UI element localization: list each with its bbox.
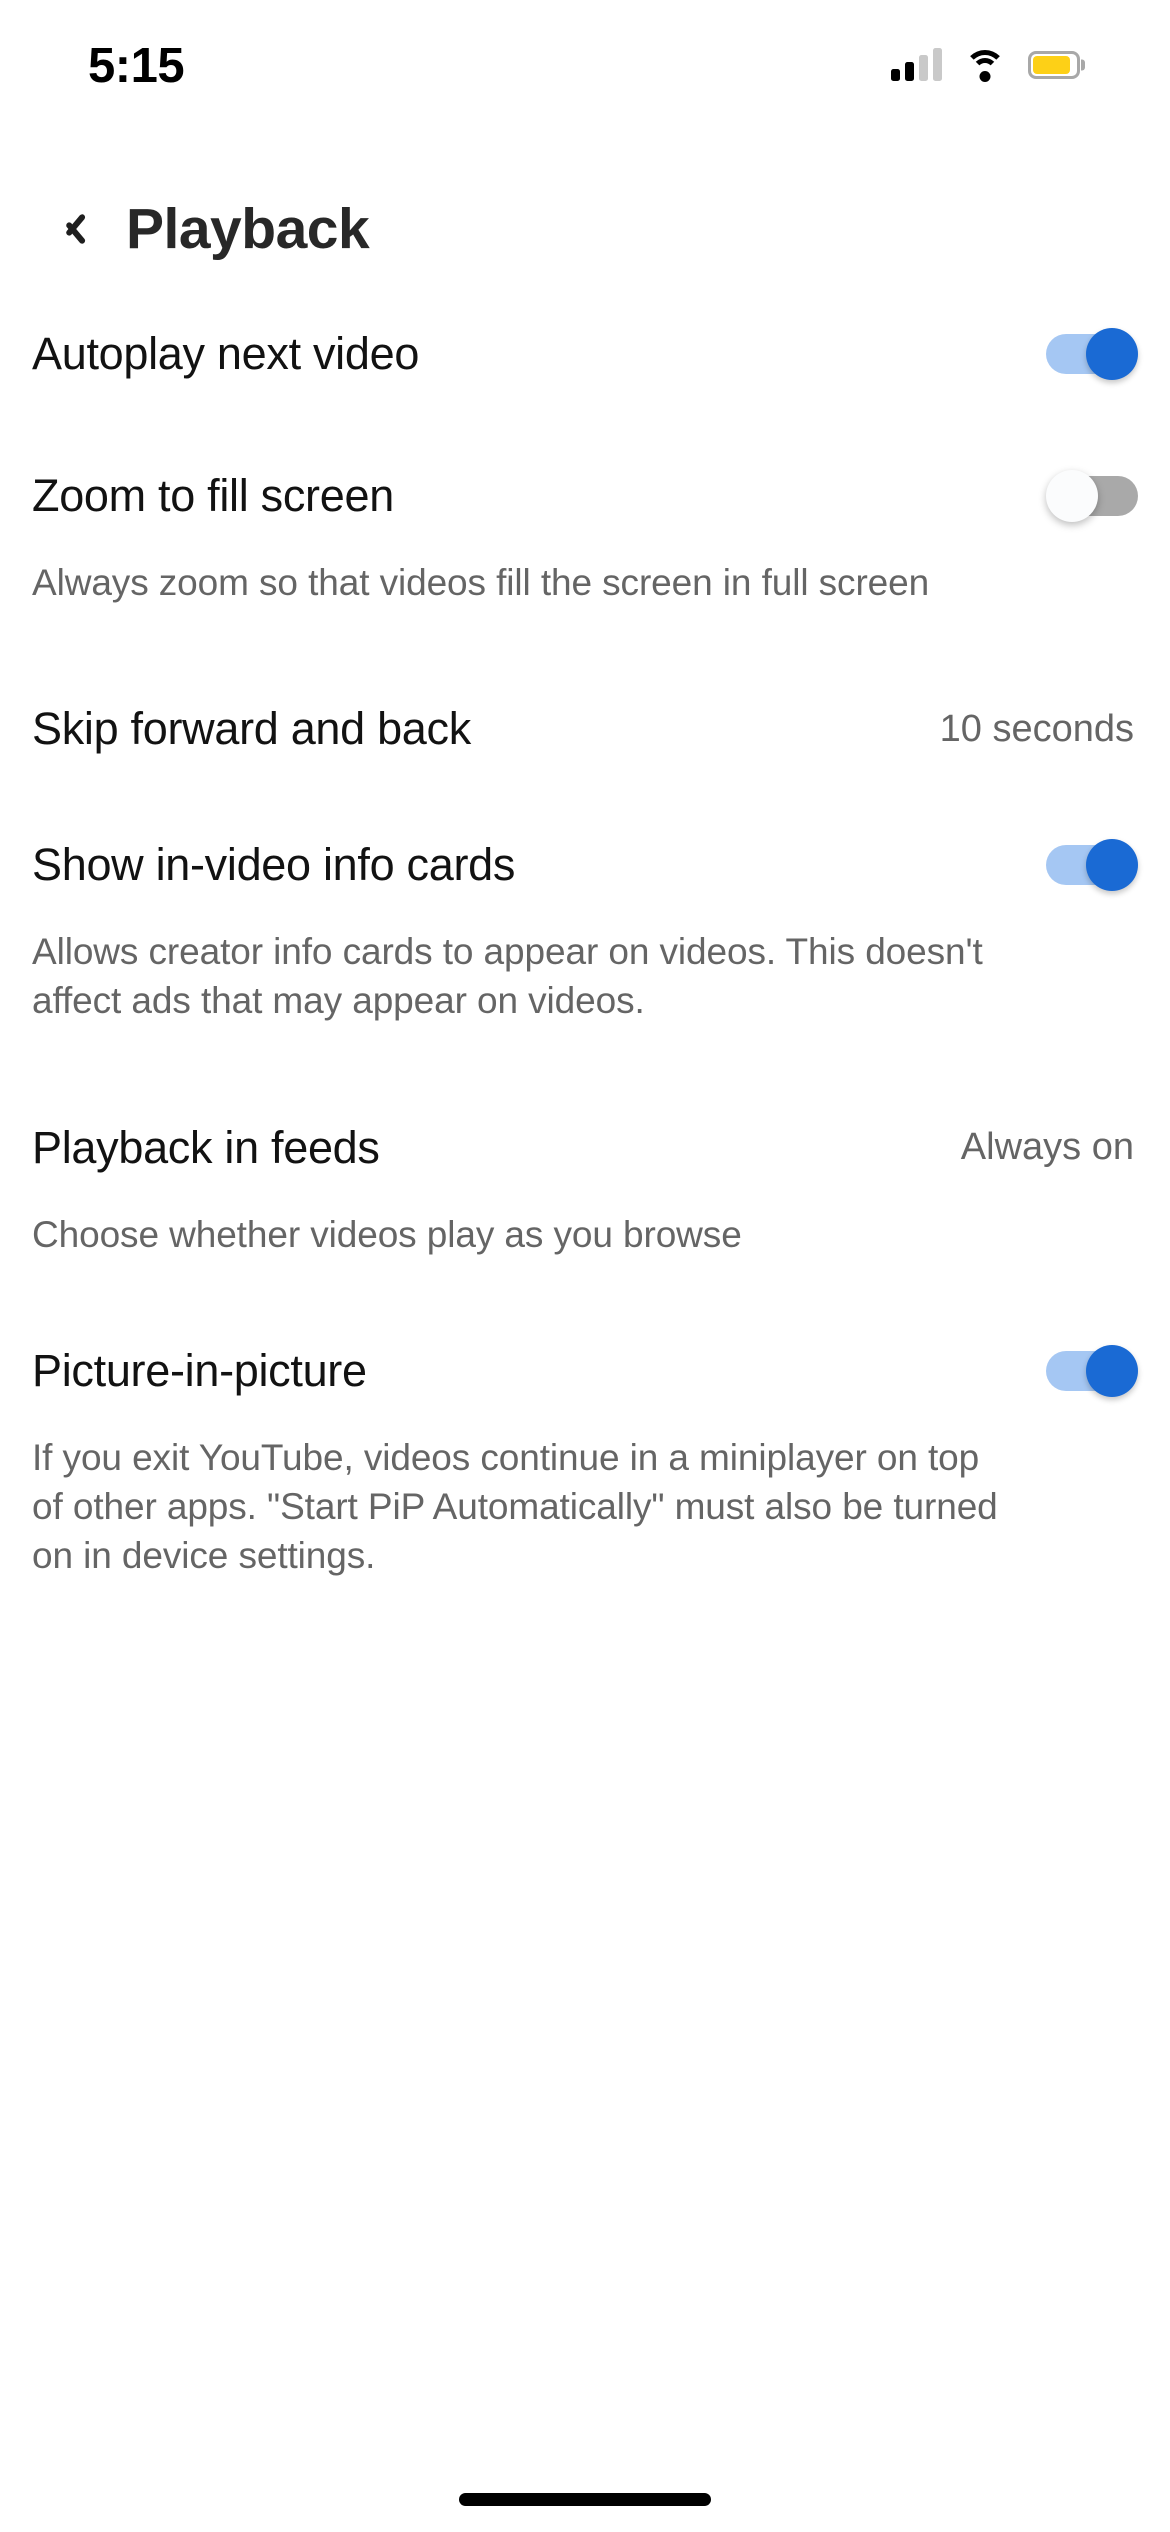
- page-title: Playback: [126, 197, 370, 261]
- setting-row-pip[interactable]: Picture-in-picture If you exit YouTube, …: [0, 1323, 1170, 1585]
- setting-label-zoom-fill: Zoom to fill screen: [32, 470, 394, 522]
- cellular-signal-icon: [891, 48, 942, 81]
- chevron-left-icon: [57, 206, 83, 252]
- setting-label-playback-feeds: Playback in feeds: [32, 1121, 380, 1173]
- setting-description-playback-feeds: Choose whether videos play as you browse: [32, 1213, 742, 1255]
- toggle-thumb: [1086, 328, 1138, 380]
- setting-row-info-cards[interactable]: Show in-video info cards Allows creator …: [0, 817, 1170, 1029]
- playback-settings-screen: 5:15 Playback Autoplay next video Zoom t…: [0, 0, 1170, 2532]
- battery-icon: [1028, 51, 1085, 80]
- toggle-thumb: [1086, 839, 1138, 892]
- toggle-thumb: [1086, 1344, 1138, 1397]
- setting-label-pip: Picture-in-picture: [32, 1344, 367, 1396]
- wifi-icon: [964, 49, 1006, 82]
- setting-row-playback-feeds[interactable]: Playback in feeds Always on Choose wheth…: [0, 1100, 1170, 1263]
- setting-row-zoom-fill[interactable]: Zoom to fill screen Always zoom so that …: [0, 448, 1170, 611]
- home-indicator[interactable]: [459, 2493, 711, 2506]
- setting-label-info-cards: Show in-video info cards: [32, 839, 516, 891]
- setting-description-zoom-fill: Always zoom so that videos fill the scre…: [32, 562, 930, 603]
- toggle-thumb: [1046, 470, 1098, 522]
- setting-value-skip: 10 seconds: [939, 707, 1134, 750]
- setting-value-playback-feeds: Always on: [960, 1126, 1134, 1169]
- status-bar-time: 5:15: [88, 38, 185, 93]
- setting-label-skip: Skip forward and back: [32, 703, 471, 755]
- toggle-autoplay[interactable]: [1046, 328, 1138, 380]
- toggle-pip[interactable]: [1046, 1344, 1138, 1397]
- page-header: Playback: [0, 168, 1170, 290]
- setting-description-info-cards: Allows creator info cards to appear on v…: [32, 931, 983, 1022]
- toggle-zoom-fill[interactable]: [1046, 470, 1138, 522]
- toggle-info-cards[interactable]: [1046, 839, 1138, 892]
- setting-row-skip[interactable]: Skip forward and back 10 seconds: [0, 681, 1170, 777]
- setting-label-autoplay: Autoplay next video: [32, 328, 420, 380]
- settings-list: Autoplay next video Zoom to fill screen …: [0, 306, 1170, 1584]
- status-bar-icons: [891, 37, 1085, 82]
- status-bar: 5:15: [0, 0, 1170, 118]
- back-button[interactable]: [34, 193, 106, 265]
- setting-description-pip: If you exit YouTube, videos continue in …: [32, 1436, 998, 1577]
- setting-row-autoplay[interactable]: Autoplay next video: [0, 306, 1170, 402]
